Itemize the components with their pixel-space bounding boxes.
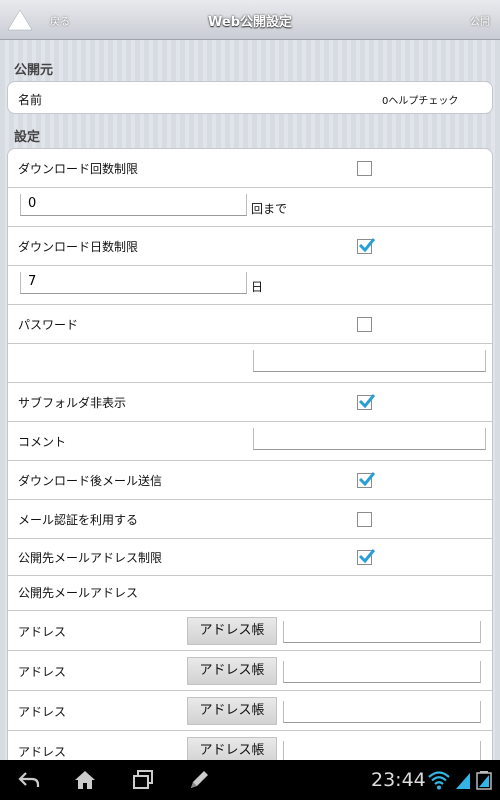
mail-auth-row[interactable]: メール認証を利用する <box>8 500 492 539</box>
download-count-field[interactable]: 0 <box>20 194 247 216</box>
address-field[interactable] <box>283 621 481 643</box>
address-field[interactable] <box>283 701 481 723</box>
download-count-limit-label: ダウンロード回数制限 <box>18 162 139 176</box>
clock: 23:44 <box>371 769 426 791</box>
password-row[interactable]: パスワード <box>8 305 492 344</box>
battery-icon <box>476 771 492 790</box>
mail-after-download-checkbox[interactable] <box>357 472 375 488</box>
home-icon[interactable] <box>73 768 97 792</box>
password-label: パスワード <box>18 318 79 332</box>
password-field[interactable] <box>253 350 486 372</box>
edit-pencil-icon[interactable] <box>187 768 211 792</box>
download-days-field[interactable]: 7 <box>20 272 247 294</box>
settings-card: ダウンロード回数制限 0 回まで ダウンロード日数制限 7 日 パスワード サブ… <box>7 148 493 760</box>
address-book-button[interactable]: アドレス帳 <box>187 657 277 685</box>
section-title-source: 公開元 <box>14 63 54 78</box>
back-arrow-icon[interactable] <box>17 768 41 792</box>
download-count-limit-checkbox[interactable] <box>357 161 372 176</box>
address-label: アドレス <box>18 705 67 719</box>
mail-after-download-row[interactable]: ダウンロード後メール送信 <box>8 461 492 500</box>
page-title: Web公開設定 <box>208 15 292 30</box>
settings-content[interactable]: 公開元 名前 0ヘルプチェック 設定 ダウンロード回数制限 0 回まで ダウンロ… <box>0 40 500 760</box>
password-checkbox[interactable] <box>357 317 372 332</box>
checkmark-icon <box>358 549 375 564</box>
hide-subfolders-checkbox[interactable] <box>357 394 375 410</box>
title-bar: 戻る Web公開設定 公開 <box>0 0 500 40</box>
address-row: アドレス アドレス帳 <box>8 731 492 760</box>
download-days-limit-checkbox[interactable] <box>357 238 375 254</box>
recent-apps-icon[interactable] <box>131 768 155 792</box>
recipient-addresses-header-row: 公開先メールアドレス <box>8 576 492 611</box>
download-days-limit-label: ダウンロード日数制限 <box>18 240 139 254</box>
system-nav-bar: 23:44 <box>0 760 500 800</box>
address-row: アドレス アドレス帳 <box>8 691 492 731</box>
source-card: 名前 0ヘルプチェック <box>7 81 493 114</box>
download-days-unit: 日 <box>251 280 264 294</box>
download-days-row[interactable]: ダウンロード日数制限 <box>8 227 492 266</box>
address-book-button[interactable]: アドレス帳 <box>187 617 277 645</box>
comment-label: コメント <box>18 435 67 449</box>
mail-auth-checkbox[interactable] <box>357 512 372 527</box>
download-count-input-row: 0 回まで <box>8 188 492 227</box>
section-title-settings: 設定 <box>14 130 41 145</box>
checkmark-icon <box>358 394 375 409</box>
recipient-addresses-header: 公開先メールアドレス <box>18 586 139 600</box>
address-label: アドレス <box>18 665 67 679</box>
recipient-address-limit-checkbox[interactable] <box>357 549 375 565</box>
address-field[interactable] <box>283 741 481 760</box>
hide-subfolders-label: サブフォルダ非表示 <box>18 396 127 410</box>
address-row: アドレス アドレス帳 <box>8 651 492 691</box>
comment-field[interactable] <box>253 428 486 450</box>
address-book-button[interactable]: アドレス帳 <box>187 697 277 725</box>
mail-after-download-label: ダウンロード後メール送信 <box>18 474 163 488</box>
recipient-address-limit-row[interactable]: 公開先メールアドレス制限 <box>8 539 492 576</box>
password-input-row <box>8 344 492 383</box>
signal-icon <box>456 773 470 789</box>
comment-row: コメント <box>8 422 492 461</box>
address-field[interactable] <box>283 661 481 683</box>
wifi-icon <box>428 771 450 790</box>
checkmark-icon <box>358 472 375 487</box>
publish-button[interactable]: 公開 <box>470 13 490 28</box>
recipient-address-limit-label: 公開先メールアドレス制限 <box>18 551 163 565</box>
hide-subfolders-row[interactable]: サブフォルダ非表示 <box>8 383 492 422</box>
download-days-input-row: 7 日 <box>8 266 492 305</box>
address-label: アドレス <box>18 745 67 759</box>
address-row: アドレス アドレス帳 <box>8 611 492 651</box>
mail-auth-label: メール認証を利用する <box>18 513 139 527</box>
download-count-row[interactable]: ダウンロード回数制限 <box>8 149 492 188</box>
name-label: 名前 <box>18 93 43 107</box>
address-book-button[interactable]: アドレス帳 <box>187 737 277 760</box>
address-label: アドレス <box>18 625 67 639</box>
checkmark-icon <box>358 238 375 253</box>
download-count-unit: 回まで <box>251 202 288 216</box>
name-value: 0ヘルプチェック <box>382 96 459 107</box>
